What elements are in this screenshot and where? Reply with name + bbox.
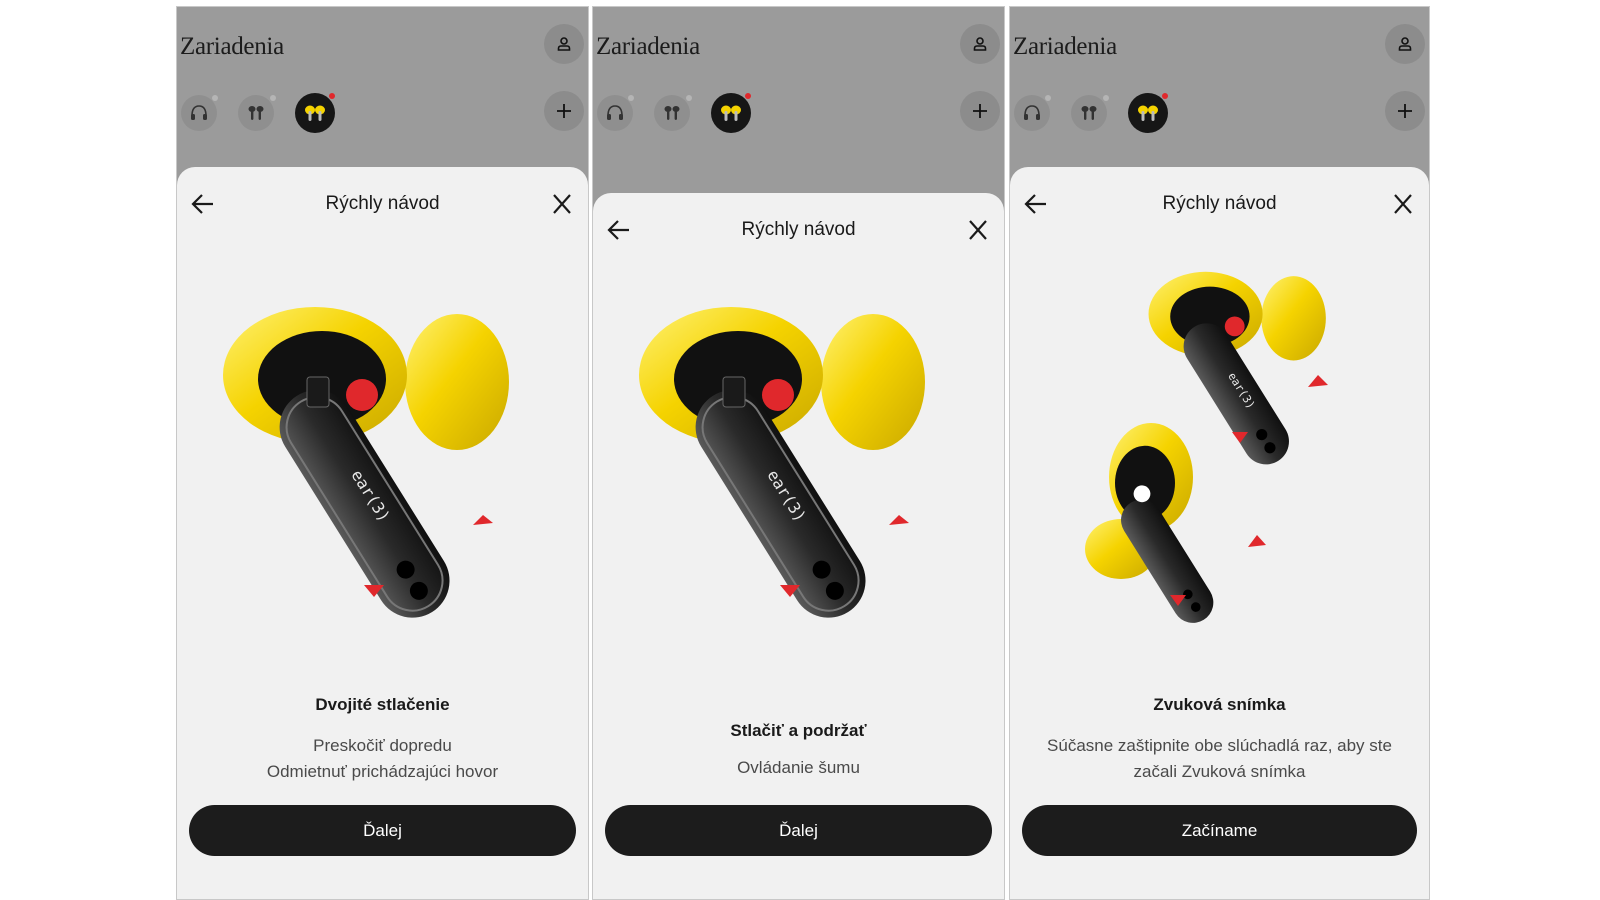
- gesture-title: Dvojité stlačenie: [315, 695, 450, 714]
- next-button[interactable]: Ďalej: [605, 805, 992, 856]
- description-line: Preskočiť dopredu: [313, 736, 452, 755]
- device-headphones[interactable]: [181, 95, 217, 131]
- sheet-title: Rýchly návod: [741, 219, 856, 240]
- headphones-icon: [191, 105, 207, 120]
- device-headphones[interactable]: [597, 95, 633, 131]
- plus-icon: [1398, 104, 1412, 118]
- close-icon[interactable]: [548, 191, 576, 217]
- device-ear3-selected[interactable]: [1128, 93, 1168, 133]
- earbud-illustration: ear(3): [223, 307, 509, 618]
- device-earbuds[interactable]: [1071, 95, 1107, 131]
- left-earbud: [1085, 423, 1214, 623]
- sheet-title: Rýchly návod: [325, 193, 440, 214]
- earbud: ear(3): [639, 307, 925, 618]
- person-icon: [1398, 37, 1412, 51]
- earbuds-icon: [1081, 106, 1097, 120]
- app-title: Zariadenia: [596, 33, 700, 60]
- tap-indicator-icon: [1248, 535, 1266, 547]
- plus-icon: [973, 104, 987, 118]
- gesture-description: Preskočiť dopredu Odmietnuť prichádzajúc…: [197, 733, 568, 785]
- next-button[interactable]: Ďalej: [189, 805, 576, 856]
- sheet-header: Rýchly návod: [1010, 189, 1429, 219]
- app-title: Zariadenia: [1013, 33, 1117, 60]
- app-title: Zariadenia: [180, 33, 284, 60]
- earbud: ear(3): [223, 307, 509, 618]
- earbud-illustration: ear(3): [639, 307, 925, 618]
- earbuds-yellow-icon: [305, 105, 325, 121]
- device-ear3-selected[interactable]: [711, 93, 751, 133]
- earbuds-icon: [248, 106, 264, 120]
- tap-indicator-icon: [1308, 375, 1328, 387]
- guide-sheet: Rýchly návod ear(3) Zvuková snímka Súčas…: [1010, 167, 1429, 899]
- earbuds-icon: [664, 106, 680, 120]
- phone-screen-1: Zariadenia Rýchly návod ear(3) Dvojité s…: [176, 6, 589, 900]
- tap-indicator-icon: [473, 515, 493, 525]
- headphones-icon: [1024, 105, 1040, 120]
- phone-screen-2: Zariadenia Rýchly návod ear(3) Stlačiť a…: [592, 6, 1005, 900]
- gesture-description: Súčasne zaštipnite obe slúchadlá raz, ab…: [1030, 733, 1409, 785]
- sheet-header: Rýchly návod: [177, 189, 588, 219]
- profile-button[interactable]: [960, 24, 1000, 64]
- add-device-button[interactable]: [544, 91, 584, 131]
- earbuds-yellow-icon: [721, 105, 741, 121]
- profile-button[interactable]: [544, 24, 584, 64]
- gesture-title: Stlačiť a podržať: [730, 721, 867, 740]
- close-icon[interactable]: [1389, 191, 1417, 217]
- description-line: Súčasne zaštipnite obe slúchadlá raz, ab…: [1047, 736, 1392, 755]
- device-ear3-selected[interactable]: [295, 93, 335, 133]
- phone-screen-3: Zariadenia Rýchly návod ear(3) Zvuková s…: [1009, 6, 1430, 900]
- profile-button[interactable]: [1385, 24, 1425, 64]
- person-icon: [973, 37, 987, 51]
- sheet-title: Rýchly návod: [1162, 193, 1277, 214]
- description-line: začali Zvuková snímka: [1133, 762, 1306, 781]
- gesture-description: Ovládanie šumu: [613, 755, 984, 781]
- description-line: Odmietnuť prichádzajúci hovor: [266, 762, 499, 781]
- guide-sheet: Rýchly návod ear(3) Stlačiť a podržať Ov…: [593, 193, 1004, 899]
- earbuds-pair-illustration: ear(3): [1085, 271, 1328, 623]
- earbuds-yellow-icon: [1138, 105, 1158, 121]
- headphones-icon: [607, 105, 623, 120]
- close-icon[interactable]: [964, 217, 992, 243]
- device-earbuds[interactable]: [238, 95, 274, 131]
- plus-icon: [557, 104, 571, 118]
- add-device-button[interactable]: [1385, 91, 1425, 131]
- tap-indicator-icon: [889, 515, 909, 525]
- start-button[interactable]: Začíname: [1022, 805, 1417, 856]
- sheet-header: Rýchly návod: [593, 215, 1004, 245]
- add-device-button[interactable]: [960, 91, 1000, 131]
- guide-sheet: Rýchly návod ear(3) Dvojité stlačenie Pr…: [177, 167, 588, 899]
- gesture-title: Zvuková snímka: [1153, 695, 1286, 714]
- device-headphones[interactable]: [1014, 95, 1050, 131]
- device-earbuds[interactable]: [654, 95, 690, 131]
- person-icon: [557, 37, 571, 51]
- description-line: Ovládanie šumu: [737, 758, 860, 777]
